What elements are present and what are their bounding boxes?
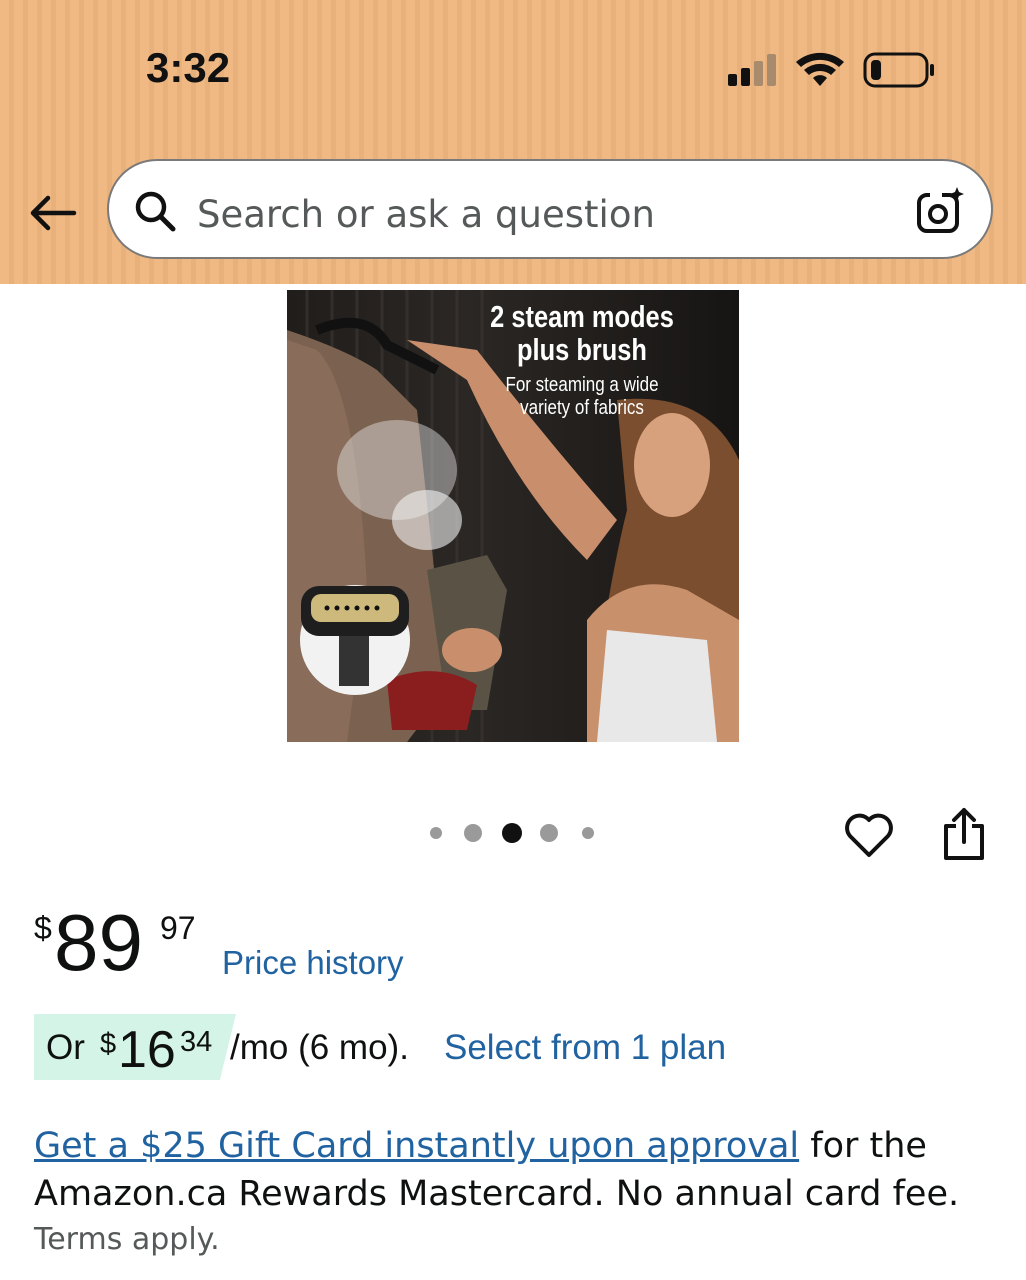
back-arrow-icon[interactable] [26,186,80,240]
wishlist-heart-icon[interactable] [842,808,896,862]
gift-card-offer-link[interactable]: Get a $25 Gift Card instantly upon appro… [34,1126,799,1166]
price-fraction: 97 [160,910,196,946]
search-bar[interactable]: Search or ask a question [107,159,993,259]
share-icon[interactable] [938,806,990,862]
image-headline: 2 steam modes plus brush [490,299,674,367]
price-history-link[interactable]: Price history [222,944,404,982]
carousel-dot-active[interactable] [502,823,522,843]
battery-icon [863,52,934,88]
select-plan-link[interactable]: Select from 1 plan [444,1028,726,1068]
price-currency: $ [34,910,52,946]
carousel-dot[interactable] [582,827,594,839]
carousel-dot[interactable] [540,824,558,842]
installment-prefix: Or [46,1028,85,1067]
price-whole: 89 [54,898,143,987]
carousel-dot[interactable] [430,827,442,839]
installment-offer: Or $ 16 34 /mo (6 mo). Select from 1 pla… [34,1014,994,1082]
installment-fraction: 34 [180,1026,213,1058]
card-promo: Get a $25 Gift Card instantly upon appro… [34,1122,994,1218]
app-header: 3:32 Search or ask a question [0,0,1026,284]
carousel-dots[interactable] [426,820,606,846]
product-image[interactable]: 2 steam modes plus brush For steaming a … [287,290,739,742]
status-time: 3:32 [146,44,231,91]
camera-search-icon[interactable] [915,185,967,237]
terms-text: Terms apply. [34,1222,220,1257]
carousel-dot[interactable] [464,824,482,842]
image-subtext: For steaming a wide variety of fabrics [505,374,659,419]
search-icon [135,191,176,232]
installment-term: /mo (6 mo). [230,1028,409,1067]
search-input[interactable]: Search or ask a question [197,193,655,236]
cellular-signal-icon [728,54,776,86]
wifi-icon [796,52,844,86]
installment-currency: $ [100,1028,117,1060]
status-icons [728,52,934,88]
installment-whole: 16 [118,1021,176,1079]
